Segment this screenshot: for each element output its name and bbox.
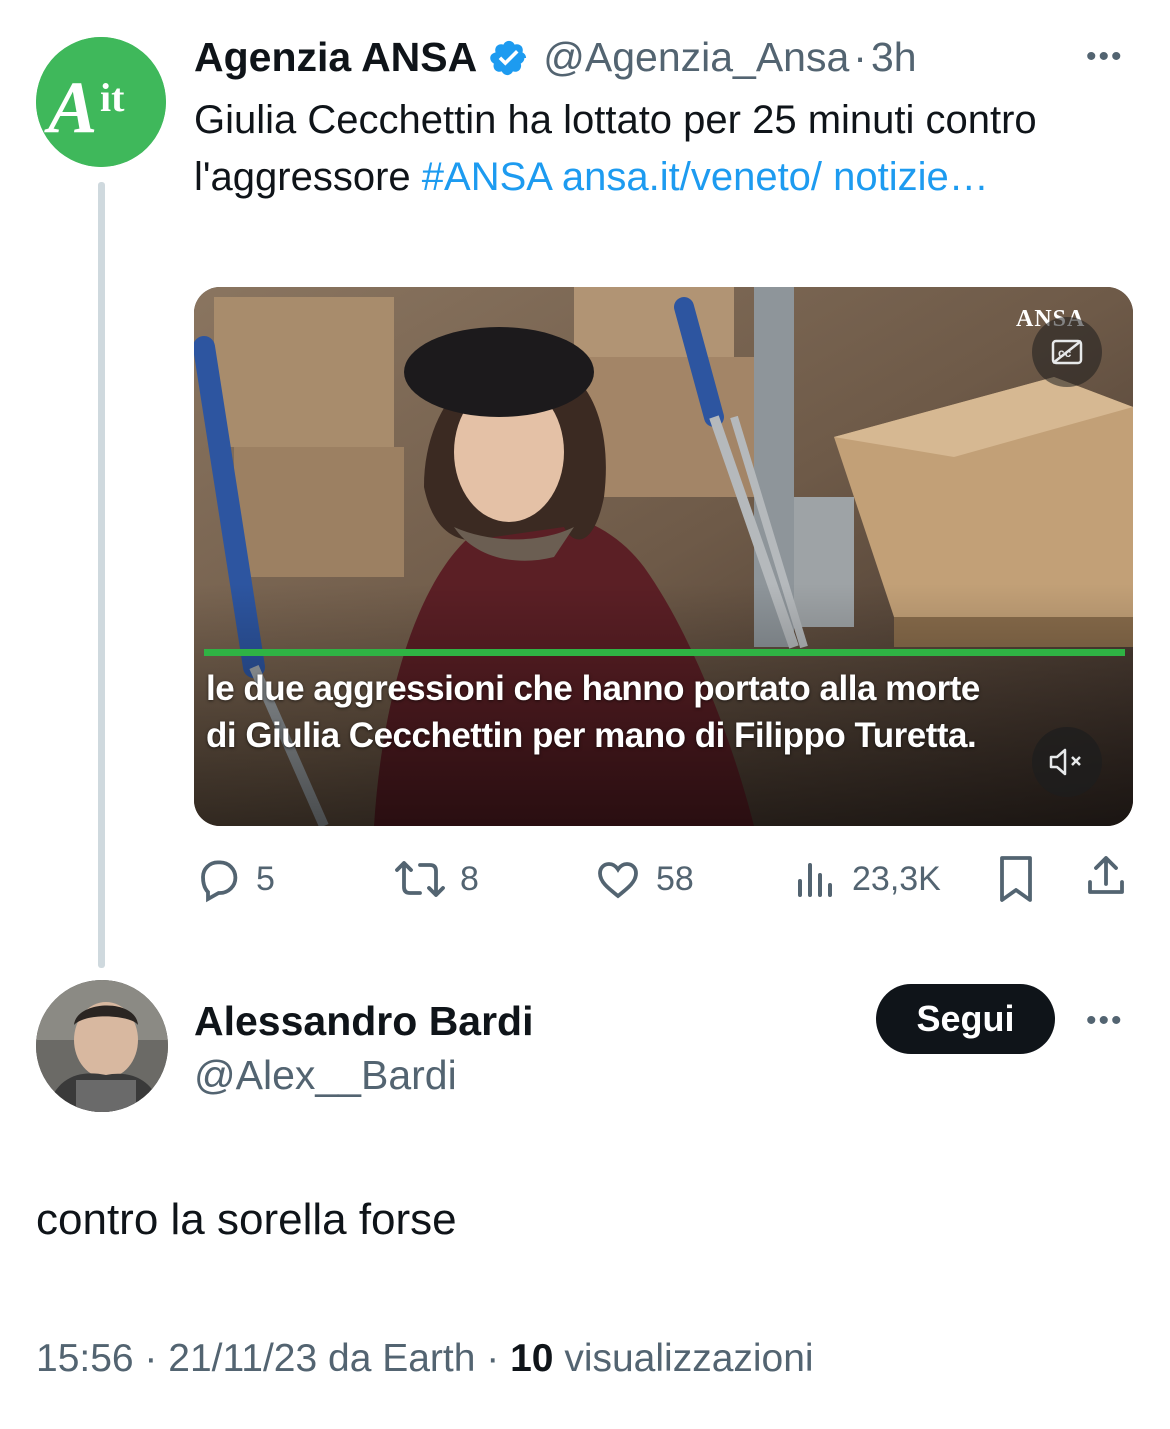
- retweet-icon: [395, 861, 445, 897]
- reply-meta: 15:56 · 21/11/23 da Earth · 10 visualizz…: [36, 1337, 814, 1381]
- reply-author-name[interactable]: Alessandro Bardi: [194, 998, 534, 1045]
- reply-more-options-icon[interactable]: •••: [1086, 1004, 1124, 1038]
- thread-line: [98, 182, 105, 968]
- tweet-header: Agenzia ANSA @Agenzia_Ansa · 3h: [194, 34, 917, 81]
- author-handle[interactable]: @Agenzia_Ansa: [543, 34, 849, 81]
- reply-author-handle[interactable]: @Alex__Bardi: [194, 1052, 457, 1099]
- share-icon[interactable]: [1082, 852, 1130, 905]
- like-action[interactable]: 58: [594, 855, 694, 903]
- reply-icon: [201, 860, 238, 903]
- reply-avatar[interactable]: [36, 980, 168, 1112]
- reply-view-count: 10: [510, 1337, 554, 1380]
- captions-icon[interactable]: cc: [1032, 317, 1102, 387]
- reply-text: contro la sorella forse: [36, 1195, 457, 1244]
- reply-avatar-photo: [36, 980, 168, 1112]
- ansa-logo: A it: [36, 37, 166, 167]
- views-icon: [798, 863, 832, 897]
- bookmark-icon[interactable]: [996, 854, 1036, 909]
- follow-button[interactable]: Segui: [876, 984, 1055, 1054]
- heart-icon: [598, 862, 638, 899]
- ansa-avatar[interactable]: A it: [36, 37, 166, 167]
- svg-text:it: it: [100, 75, 125, 120]
- url-link[interactable]: ansa.it/veneto/ notizie…: [562, 155, 989, 199]
- reply-count: 5: [256, 859, 275, 898]
- verified-badge-icon: [489, 38, 529, 78]
- video-caption: le due aggressioni che hanno portato all…: [206, 665, 1106, 759]
- retweet-action[interactable]: 8: [394, 855, 479, 903]
- like-count: 58: [656, 859, 694, 898]
- author-name[interactable]: Agenzia ANSA: [194, 34, 477, 81]
- progress-bar: [204, 649, 1125, 656]
- reply-timestamp[interactable]: 15:56 · 21/11/23 da Earth ·: [36, 1337, 510, 1380]
- hashtag-link[interactable]: #ANSA: [422, 155, 551, 199]
- views-action[interactable]: 23,3K: [794, 855, 941, 903]
- dot-separator: ·: [853, 34, 867, 80]
- reply-views-label: visualizzazioni: [553, 1337, 814, 1380]
- retweet-count: 8: [460, 859, 479, 898]
- video-media[interactable]: ANSA cc le due aggressioni che hanno por…: [194, 287, 1133, 826]
- reply-action[interactable]: 5: [194, 855, 275, 903]
- caption-line-1: le due aggressioni che hanno portato all…: [206, 669, 980, 708]
- more-options-icon[interactable]: •••: [1086, 40, 1124, 74]
- views-count: 23,3K: [852, 859, 941, 898]
- tweet-time[interactable]: 3h: [871, 34, 917, 81]
- svg-text:A: A: [44, 67, 97, 149]
- caption-line-2: di Giulia Cecchettin per mano di Filippo…: [206, 716, 977, 755]
- mute-icon[interactable]: [1032, 727, 1102, 797]
- tweet-text: Giulia Cecchettin ha lottato per 25 minu…: [194, 92, 1094, 206]
